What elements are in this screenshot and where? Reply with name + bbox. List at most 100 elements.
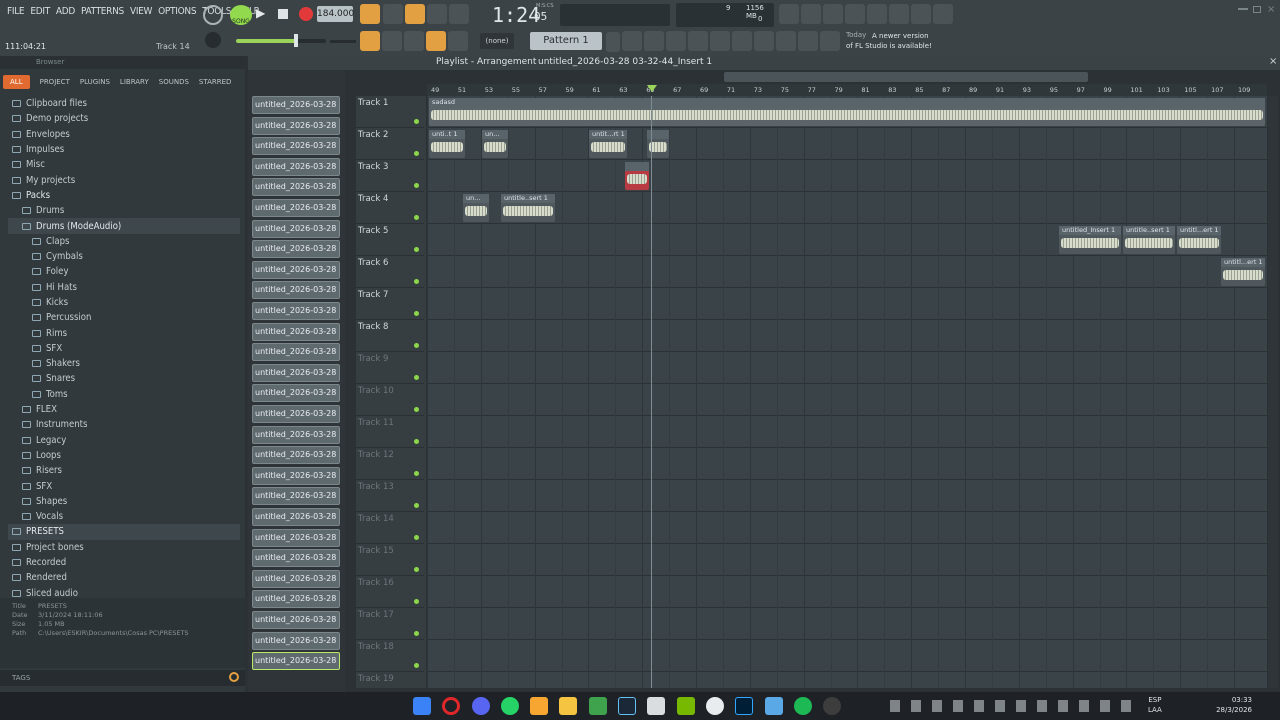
picker-item[interactable]: untitled_2026-03-28 02-... bbox=[252, 116, 340, 135]
track-mute-led-icon[interactable] bbox=[414, 247, 419, 252]
touch-icon[interactable] bbox=[776, 31, 796, 51]
song-mode-toggle[interactable]: SONG bbox=[230, 5, 252, 25]
track-lane[interactable] bbox=[427, 671, 1267, 672]
channel-rack-icon[interactable] bbox=[666, 31, 686, 51]
obs-icon[interactable] bbox=[823, 697, 841, 715]
track-mute-led-icon[interactable] bbox=[414, 375, 419, 380]
browser-item[interactable]: SFX bbox=[8, 478, 240, 493]
track-mute-led-icon[interactable] bbox=[414, 311, 419, 316]
track-header[interactable]: Track 6 bbox=[356, 256, 424, 288]
browser-item[interactable]: Clipboard files bbox=[8, 96, 240, 111]
browser-item[interactable]: Instruments bbox=[8, 417, 240, 432]
track-lane[interactable] bbox=[427, 511, 1267, 512]
file-explorer-icon[interactable] bbox=[559, 697, 577, 715]
track-mute-led-icon[interactable] bbox=[414, 471, 419, 476]
browser-item[interactable]: Percussion bbox=[8, 310, 240, 325]
track-lane[interactable] bbox=[427, 479, 1267, 480]
audio-clip[interactable]: un... bbox=[463, 194, 489, 222]
browser-item[interactable]: SFX bbox=[8, 341, 240, 356]
browser-item[interactable]: Impulses bbox=[8, 142, 240, 157]
save-icon[interactable] bbox=[867, 4, 887, 24]
track-header[interactable]: Track 18 bbox=[356, 640, 424, 672]
pencil-icon[interactable] bbox=[404, 31, 424, 51]
blend-recording-icon[interactable] bbox=[427, 4, 447, 24]
track-header[interactable]: Track 8 bbox=[356, 320, 424, 352]
track-header[interactable]: Track 14 bbox=[356, 512, 424, 544]
mixer-icon[interactable] bbox=[889, 4, 909, 24]
minecraft-icon[interactable] bbox=[589, 697, 607, 715]
picker-item[interactable]: untitled_2026-03-28 03-... bbox=[252, 219, 340, 238]
browser-item[interactable]: Drums (ModeAudio) bbox=[8, 218, 240, 234]
tray-icons[interactable] bbox=[890, 700, 1140, 712]
vpn-icon[interactable] bbox=[706, 697, 724, 715]
track-header[interactable]: Track 12 bbox=[356, 448, 424, 480]
store-icon[interactable] bbox=[647, 697, 665, 715]
picker-item[interactable]: untitled_2026-03-28 03-... bbox=[252, 384, 340, 403]
track-mute-led-icon[interactable] bbox=[414, 407, 419, 412]
tab-all[interactable]: ALL bbox=[3, 75, 30, 89]
playlist-close-icon[interactable]: × bbox=[1269, 56, 1277, 67]
tab-library[interactable]: LIBRARY bbox=[120, 78, 149, 86]
picker-item[interactable]: untitled_2026-03-28 03-... bbox=[252, 487, 340, 506]
audio-clip[interactable]: untit...rt 1 bbox=[589, 130, 627, 158]
track-header[interactable]: Track 4 bbox=[356, 192, 424, 224]
browser-item[interactable]: Risers bbox=[8, 463, 240, 478]
menu-options[interactable]: OPTIONS bbox=[155, 6, 199, 17]
track-lane[interactable] bbox=[427, 575, 1267, 576]
browser-item[interactable]: Envelopes bbox=[8, 127, 240, 142]
track-lane[interactable] bbox=[427, 159, 1267, 160]
picker-item[interactable]: untitled_2026-03-28 03-... bbox=[252, 590, 340, 609]
browser-item[interactable]: Rims bbox=[8, 325, 240, 340]
browser-item[interactable]: Rendered bbox=[8, 570, 240, 585]
tab-project[interactable]: PROJECT bbox=[40, 78, 70, 86]
browser-item[interactable]: Drums bbox=[8, 203, 240, 218]
track-lane[interactable] bbox=[427, 415, 1267, 416]
audio-clip[interactable]: un... bbox=[482, 130, 508, 158]
track-lane[interactable] bbox=[427, 287, 1267, 288]
nvidia-icon[interactable] bbox=[677, 697, 695, 715]
time-display[interactable]: 1:24 05 M:S:CS bbox=[478, 2, 558, 28]
track-mute-led-icon[interactable] bbox=[414, 343, 419, 348]
microphone-icon[interactable] bbox=[823, 4, 843, 24]
browser-item[interactable]: PRESETS bbox=[8, 524, 240, 540]
menu-patterns[interactable]: PATTERNS bbox=[78, 6, 127, 17]
link-icon[interactable] bbox=[426, 31, 446, 51]
picker-item[interactable]: untitled_2026-03-28 03-... bbox=[252, 569, 340, 588]
whatsapp-icon[interactable] bbox=[501, 697, 519, 715]
audio-clip[interactable]: untitl...ert 1 bbox=[1221, 258, 1265, 286]
picker-item[interactable]: untitled_2026-03-28 02-... bbox=[252, 157, 340, 176]
master-volume-thumb[interactable] bbox=[294, 34, 298, 47]
metronome-icon[interactable] bbox=[360, 4, 380, 24]
track-header[interactable]: Track 16 bbox=[356, 576, 424, 608]
browser-item[interactable]: Shakers bbox=[8, 356, 240, 371]
timeline-ruler[interactable]: 49 51 53 55 57 59 61 63 65 67 69 71 73 75 77 79 81 83 85 87… bbox=[427, 84, 1267, 96]
menu-file[interactable]: FILE bbox=[4, 6, 27, 17]
track-mute-led-icon[interactable] bbox=[414, 215, 419, 220]
piano-roll-icon[interactable] bbox=[644, 31, 664, 51]
cart-icon[interactable] bbox=[820, 31, 840, 51]
track-mute-led-icon[interactable] bbox=[414, 631, 419, 636]
pattern-add-icon[interactable] bbox=[606, 32, 620, 52]
track-lane[interactable] bbox=[427, 383, 1267, 384]
browser-item[interactable]: Cymbals bbox=[8, 249, 240, 264]
window-maximize-icon[interactable] bbox=[1253, 6, 1261, 13]
track-lane[interactable] bbox=[427, 191, 1267, 192]
track-lane[interactable] bbox=[427, 543, 1267, 544]
tab-starred[interactable]: STARRED bbox=[199, 78, 232, 86]
news-panel[interactable]: Today A newer version of FL Studio is av… bbox=[844, 30, 954, 52]
picker-item[interactable]: untitled_2026-03-28 03-... bbox=[252, 260, 340, 279]
track-mute-led-icon[interactable] bbox=[414, 279, 419, 284]
opera-icon[interactable] bbox=[442, 697, 460, 715]
picker-item[interactable]: untitled_2026-03-28 03-... bbox=[252, 178, 340, 197]
fl-studio-icon[interactable] bbox=[530, 697, 548, 715]
picker-item[interactable]: untitled_2026-03-28 03-... bbox=[252, 302, 340, 320]
track-header[interactable]: Track 13 bbox=[356, 480, 424, 512]
track-header[interactable]: Track 1 bbox=[356, 96, 424, 128]
browser-item[interactable]: Packs bbox=[8, 188, 240, 203]
browser-item[interactable]: FLEX bbox=[8, 402, 240, 417]
system-clock[interactable]: 03:33 28/3/2026 bbox=[1212, 695, 1252, 715]
playlist-grid[interactable]: sadasd unti..t 1 un... untit...rt 1 un... unt… bbox=[427, 96, 1267, 688]
spotify-icon[interactable] bbox=[794, 697, 812, 715]
browser-item[interactable]: Toms bbox=[8, 387, 240, 402]
stamp-icon[interactable] bbox=[448, 31, 468, 51]
